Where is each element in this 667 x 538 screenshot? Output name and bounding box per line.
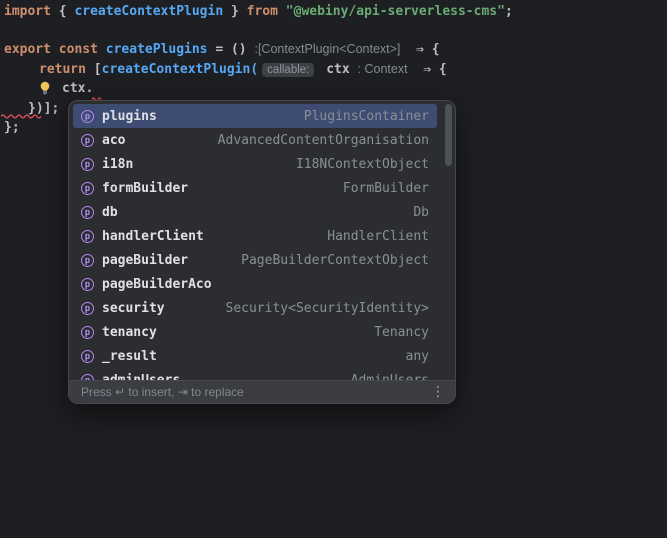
completion-item-name: adminUsers	[102, 372, 181, 381]
code-token: ⇒ {	[407, 62, 447, 77]
popup-footer: Press ↵ to insert, ⇥ to replace ⋮	[69, 380, 455, 403]
code-token: export const	[4, 42, 106, 57]
completion-item-adminUsers[interactable]: padminUsersAdminUsers	[73, 368, 437, 380]
completion-item-db[interactable]: p db Db	[73, 200, 437, 224]
completion-item-type: FormBuilder	[342, 180, 429, 196]
property-icon: p	[81, 325, 94, 339]
completion-item-type: PluginsContainer	[303, 108, 429, 124]
code-token: ⇒ {	[400, 42, 440, 57]
property-icon: p	[81, 157, 94, 171]
completion-item-type: Security<SecurityIdentity>	[225, 300, 430, 316]
completion-item-name: handlerClient	[102, 228, 204, 244]
completion-list: p plugins PluginsContainer p aco AdvancedCon…	[73, 104, 437, 380]
autocomplete-popup: p plugins PluginsContainer p aco AdvancedCon…	[68, 100, 456, 404]
completion-item-name: plugins	[102, 108, 157, 124]
completion-item-formBuilder[interactable]: p formBuilder FormBuilder	[73, 176, 437, 200]
completion-item-type: AdminUsers	[350, 372, 429, 381]
completion-item-name: tenancy	[102, 324, 157, 340]
code-token: return	[39, 62, 94, 77]
completion-item-i18n[interactable]: p i18n I18NContextObject	[73, 152, 437, 176]
popup-scrollbar-thumb[interactable]	[445, 104, 452, 166]
property-icon: p	[81, 277, 94, 291]
completion-item-name: i18n	[102, 156, 134, 172]
property-icon: p	[81, 133, 94, 147]
completion-item-type: AdvancedContentOrganisation	[217, 132, 429, 148]
code-token: = ()	[207, 42, 255, 57]
completion-item-name: security	[102, 300, 165, 316]
property-icon: p	[81, 205, 94, 219]
completion-item-type: any	[405, 348, 429, 364]
code-line-ctx[interactable]: ctx.	[62, 80, 93, 97]
completion-item-name: pageBuilderAco	[102, 276, 212, 292]
property-icon: p	[81, 301, 94, 315]
completion-hint-text: Press ↵ to insert, ⇥ to replace	[81, 385, 244, 399]
code-line-close-brace[interactable]: };	[4, 119, 20, 136]
completion-item-name: _result	[102, 348, 157, 364]
completion-item-type: HandlerClient	[327, 228, 429, 244]
code-token: from	[246, 4, 286, 19]
code-token: }	[223, 4, 247, 19]
intention-lightbulb-icon[interactable]	[38, 81, 52, 95]
code-token: ctx.	[62, 81, 94, 96]
property-icon: p	[81, 349, 94, 363]
code-line-export[interactable]: export const createPlugins = () :[Contex…	[4, 41, 440, 58]
completion-item-type: PageBuilderContextObject	[241, 252, 429, 268]
completion-item-type: Tenancy	[374, 324, 429, 340]
parameter-name-inlay-hint: callable:	[262, 63, 315, 77]
completion-item-name: aco	[102, 132, 126, 148]
completion-item-plugins[interactable]: p plugins PluginsContainer	[73, 104, 437, 128]
property-icon: p	[81, 109, 94, 123]
error-squiggle-line	[1, 114, 42, 119]
completion-item-name: db	[102, 204, 118, 220]
code-token: ;	[504, 4, 513, 19]
code-token: "@webiny/api-serverless-cms"	[285, 4, 505, 19]
type-inlay-hint: : Context	[357, 62, 408, 76]
code-token: {	[58, 4, 75, 19]
completion-item-result[interactable]: p _result any	[73, 344, 437, 368]
completion-item-security[interactable]: p security Security<SecurityIdentity>	[73, 296, 437, 320]
completion-item-tenancy[interactable]: p tenancy Tenancy	[73, 320, 437, 344]
code-token: [	[93, 62, 102, 77]
completion-item-name: pageBuilder	[102, 252, 189, 268]
completion-item-type: Db	[413, 204, 429, 220]
code-token: createContextPlugin	[74, 4, 224, 19]
code-token: };	[4, 120, 20, 135]
property-icon: p	[81, 253, 94, 267]
code-token: ctx	[318, 62, 358, 77]
completion-item-handlerClient[interactable]: p handlerClient HandlerClient	[73, 224, 437, 248]
completion-item-pageBuilder[interactable]: p pageBuilder PageBuilderContextObject	[73, 248, 437, 272]
completion-item-name: formBuilder	[102, 180, 189, 196]
completion-item-pageBuilderAco[interactable]: p pageBuilderAco	[73, 272, 437, 296]
code-line-import[interactable]: import { createContextPlugin } from "@we…	[4, 3, 513, 20]
property-icon: p	[81, 229, 94, 243]
completion-item-type: I18NContextObject	[295, 156, 429, 172]
more-options-icon[interactable]: ⋮	[431, 385, 445, 399]
code-token: createPlugins	[105, 42, 208, 57]
code-line-return[interactable]: return [createContextPlugin(callable: ct…	[39, 61, 447, 79]
completion-item-aco[interactable]: p aco AdvancedContentOrganisation	[73, 128, 437, 152]
code-token: import	[4, 4, 59, 19]
code-token: createContextPlugin(	[101, 62, 259, 77]
property-icon: p	[81, 181, 94, 195]
return-type-inlay-hint: :[ContextPlugin<Context>]	[254, 42, 401, 56]
